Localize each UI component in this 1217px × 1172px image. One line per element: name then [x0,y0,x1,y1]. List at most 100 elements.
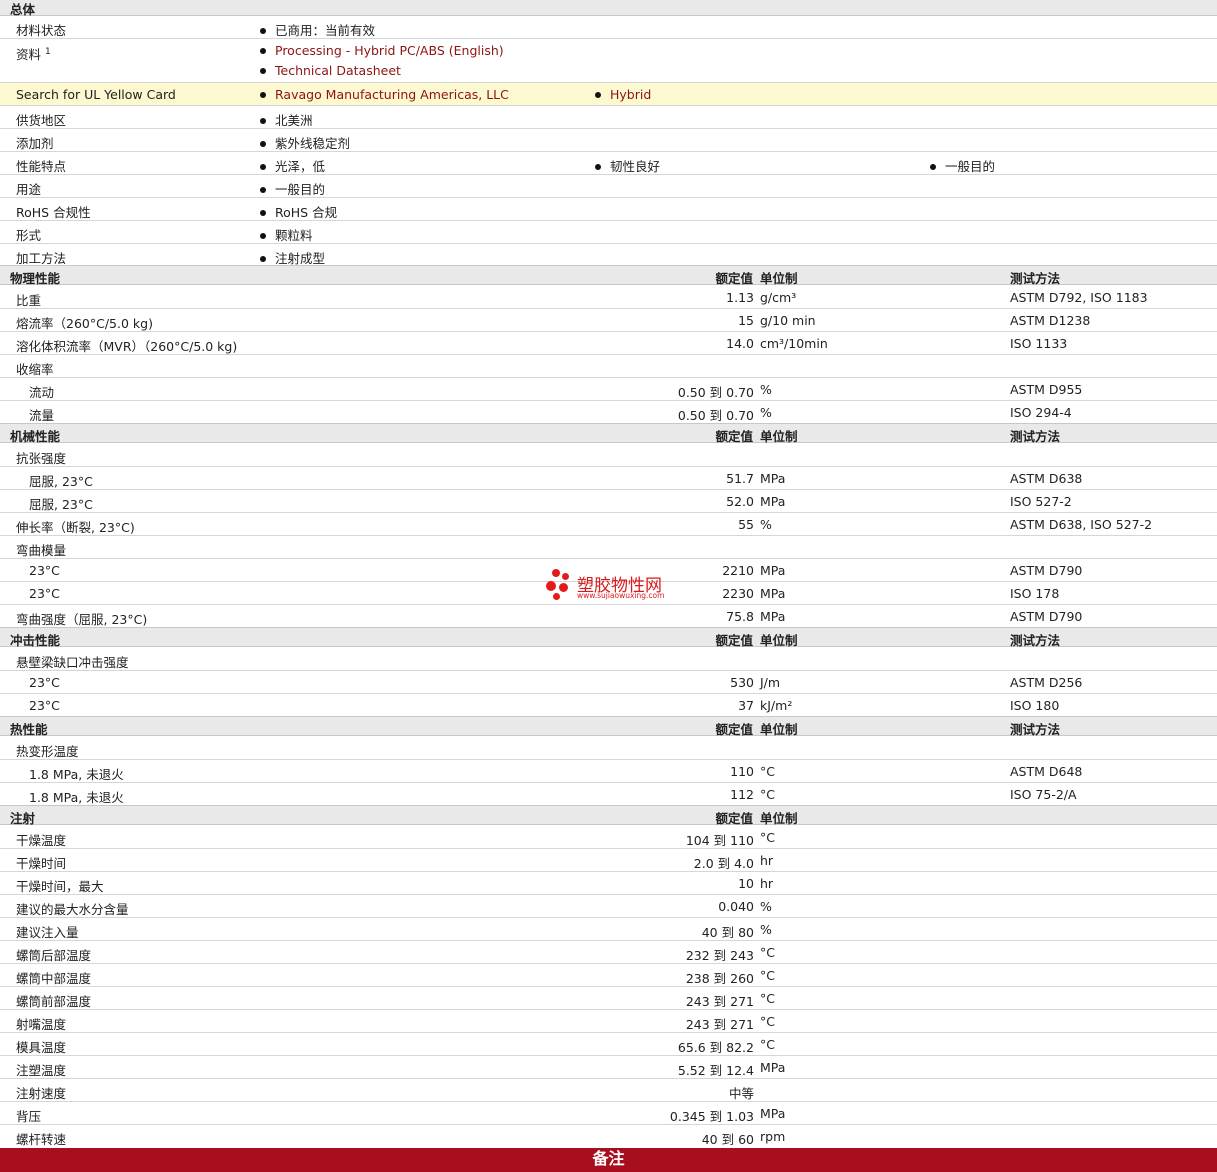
row-rohs: RoHS 合规性 RoHS 合规 [0,198,1217,221]
doc-link-datasheet[interactable]: Technical Datasheet [260,63,401,78]
row-test-method: ISO 178 [1010,586,1060,601]
section-title: 注射 [10,811,36,826]
header-method: 测试方法 [1010,722,1061,737]
bullet-icon [595,91,601,98]
section-mechanical-header: 机械性能 额定值 单位制 测试方法 [0,423,1217,444]
row-label: 比重 [16,293,42,308]
row-label: 伸长率（断裂, 23°C) [16,520,135,535]
section-title: 物理性能 [10,271,61,286]
row-label: 悬壁梁缺口冲击强度 [16,655,129,670]
row-test-method: ISO 527-2 [1010,494,1072,509]
row-label: 螺筒中部温度 [16,971,92,986]
bullet-icon [260,209,266,216]
table-row: 流量 0.50 到 0.70% ISO 294-4 [0,401,1217,424]
row-uses: 用途 一般目的 [0,175,1217,198]
row-label: 建议注入量 [16,925,79,940]
row-value: 104 到 110 [685,833,754,848]
table-row: 1.8 MPa, 未退火 110 °C ASTM D648 [0,760,1217,783]
header-value: 额定值 [715,429,753,444]
table-row: 建议注入量 40 到 80% [0,918,1217,941]
table-row: 螺筒中部温度 238 到 260 °C [0,964,1217,987]
row-unit: MPa [760,1060,786,1075]
row-value: 5.52 到 12.4 [677,1063,754,1078]
row-value: 75.8 [726,609,754,624]
row-unit: °C [760,1037,775,1052]
row-value: 10 [738,876,754,891]
bullet-icon [260,163,266,170]
logo-dot [559,583,568,592]
row-value: 14.0 [726,336,754,351]
row-form: 形式 颗粒料 [0,221,1217,244]
row-unit: g/cm³ [760,290,797,305]
row-unit: rpm [760,1129,786,1144]
row-unit: % [760,382,772,397]
row-unit: hr [760,853,774,868]
row-label: 23°C [29,698,60,713]
table-row: 流动 0.50 到 0.70% ASTM D955 [0,378,1217,401]
row-label: 螺杆转速 [16,1132,67,1147]
logo-dot [553,593,560,600]
ul-link-ravago[interactable]: Ravago Manufacturing Americas, LLC [260,87,509,102]
row-label: 23°C [29,586,60,601]
table-row: 射嘴温度 243 到 271 °C [0,1010,1217,1033]
section-title: 机械性能 [10,429,61,444]
row-label: 性能特点 [16,159,67,174]
row-value: 37 [738,698,754,713]
table-row: 注射速度 中等 [0,1079,1217,1102]
bullet-icon [260,117,266,124]
row-ul-yellow-card: Search for UL Yellow Card Ravago Manufac… [0,83,1217,106]
row-test-method: ASTM D955 [1010,382,1083,397]
bullet-icon [260,91,266,98]
row-value: 0.040 [718,899,754,914]
row-test-method: ASTM D790 [1010,563,1083,578]
ul-link-hybrid[interactable]: Hybrid [595,87,651,102]
row-value: 243 到 271 [685,1017,754,1032]
table-row: 干燥时间 2.0 到 4.0 hr [0,849,1217,872]
bullet-icon [260,47,266,54]
section-injection-header: 注射 额定值 单位制 [0,805,1217,826]
row-value: 232 到 243 [685,948,754,963]
row-value: 0.50 到 0.70 [677,385,754,400]
row-documents: 资料 1 Processing - Hybrid PC/ABS (English… [0,39,1217,83]
row-test-method: ASTM D256 [1010,675,1083,690]
row-additive: 添加剂 紫外线稳定剂 [0,129,1217,152]
row-unit: MPa [760,494,786,509]
table-row: 抗张强度 [0,444,1217,467]
row-unit: kJ/m² [760,698,793,713]
row-value: 65.6 到 82.2 [677,1040,754,1055]
row-unit: MPa [760,609,786,624]
row-label: 形式 [16,228,42,243]
row-label: RoHS 合规性 [16,205,91,220]
list-item: 已商用：当前有效 [260,20,375,39]
bullet-icon [260,140,266,147]
table-row: 干燥时间，最大 10 hr [0,872,1217,895]
header-value: 额定值 [715,722,753,737]
table-row: 弯曲强度（屈服, 23°C) 75.8 MPa ASTM D790 [0,605,1217,628]
header-value: 额定值 [715,811,753,826]
row-label: 模具温度 [16,1040,67,1055]
table-row: 23°C 37 kJ/m² ISO 180 [0,694,1217,717]
row-unit: hr [760,876,774,891]
table-row: 悬壁梁缺口冲击强度 [0,648,1217,671]
doc-link-processing[interactable]: Processing - Hybrid PC/ABS (English) [260,43,504,58]
header-unit: 单位制 [760,722,798,737]
bullet-icon [260,232,266,239]
row-label: 屈服, 23°C [29,474,93,489]
bullet-icon [260,67,266,74]
header-value: 额定值 [715,271,753,286]
row-test-method: ISO 180 [1010,698,1060,713]
list-item: 北美洲 [260,110,313,129]
section-general-header: 总体 [0,0,1217,17]
row-unit: °C [760,1014,775,1029]
row-value: 2.0 到 4.0 [693,856,754,871]
bullet-icon [260,27,266,34]
footer-title: 备注 [592,1149,625,1168]
row-value: 110 [730,764,754,779]
row-features: 性能特点 光泽，低 韧性良好 一般目的 [0,152,1217,175]
table-row: 屈服, 23°C 51.7 MPa ASTM D638 [0,467,1217,490]
row-value: 52.0 [726,494,754,509]
row-label: 建议的最大水分含量 [16,902,129,917]
bullet-icon [930,163,936,170]
row-value: 40 到 60 [701,1132,754,1147]
row-label: 注射速度 [16,1086,67,1101]
